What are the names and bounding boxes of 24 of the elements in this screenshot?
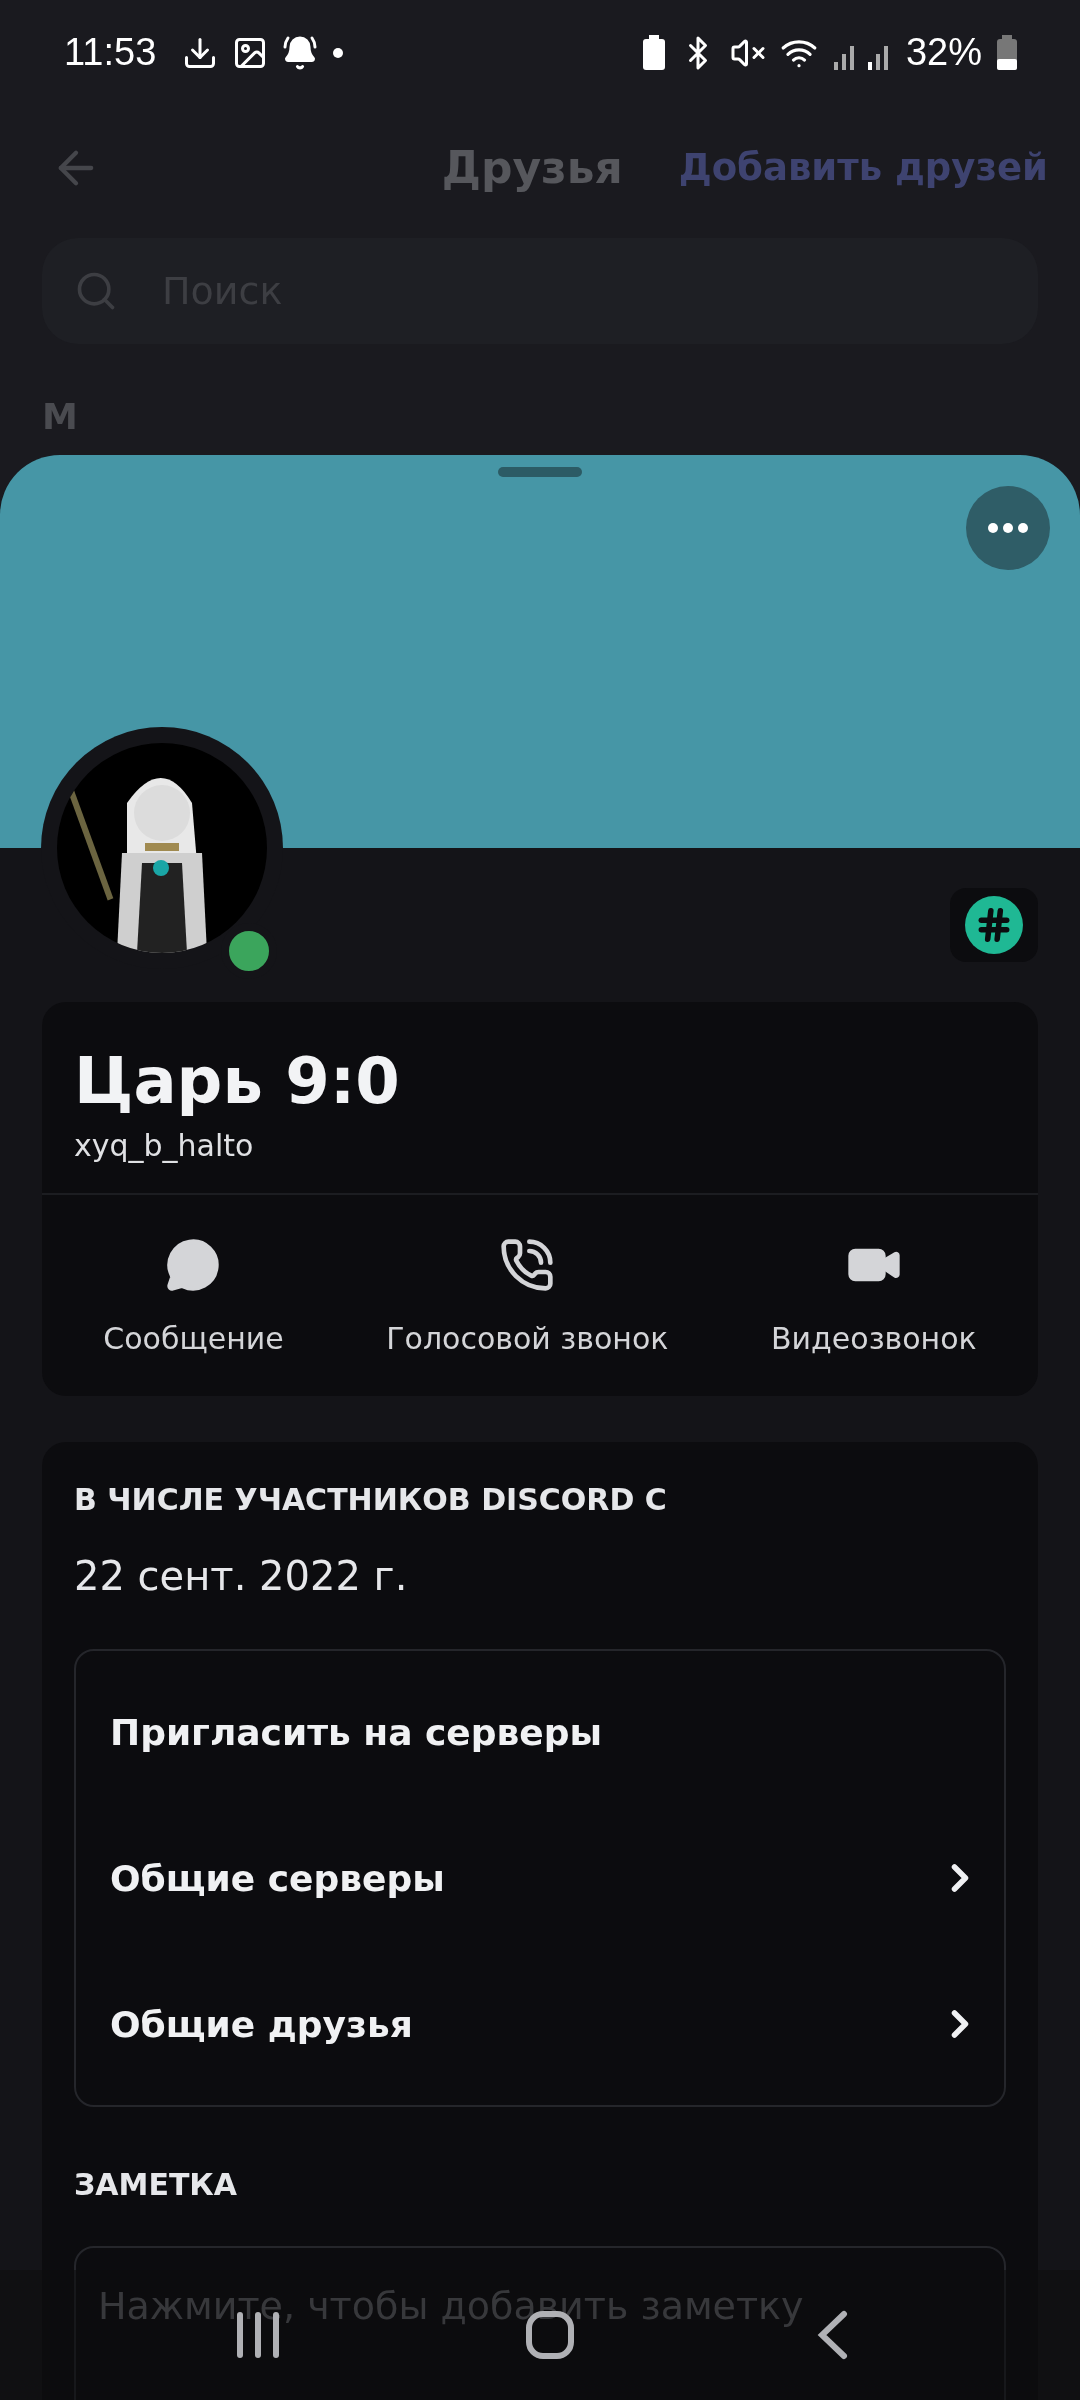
username: xyq_b_halto: [74, 1128, 255, 1163]
menu-item[interactable]: Общие друзья: [76, 1951, 1004, 2097]
menu-item[interactable]: Пригласить на серверы: [76, 1659, 1004, 1805]
section-heading: В ЧИСЛЕ УЧАСТНИКОВ DISCORD С: [74, 1482, 668, 1517]
page-title: Друзья: [441, 142, 623, 193]
display-name: Царь 9:0: [74, 1044, 401, 1118]
clock: 11:53: [64, 31, 157, 74]
battery-level: 32%: [905, 31, 982, 74]
dot-icon: [332, 46, 345, 59]
chat-bubble-icon: [165, 1237, 222, 1293]
action-button[interactable]: Голосовой звонок: [386, 1237, 669, 1356]
drag-handle[interactable]: [498, 467, 582, 477]
member-date: 22 сент. 2022 г.: [74, 1553, 409, 1599]
alarm-icon: [282, 34, 319, 71]
section-heading: ЗАМЕТКА: [74, 2167, 239, 2202]
menu-item[interactable]: Общие серверы: [76, 1805, 1004, 1951]
battery-saver-icon: [641, 34, 666, 71]
battery-icon: [996, 34, 1018, 71]
hash-icon: [965, 896, 1023, 954]
action-button[interactable]: Видеозвонок: [771, 1237, 977, 1356]
phone-icon: [499, 1237, 556, 1293]
action-button[interactable]: Сообщение: [103, 1237, 284, 1356]
more-icon: [988, 523, 1028, 533]
badge[interactable]: [950, 888, 1038, 962]
